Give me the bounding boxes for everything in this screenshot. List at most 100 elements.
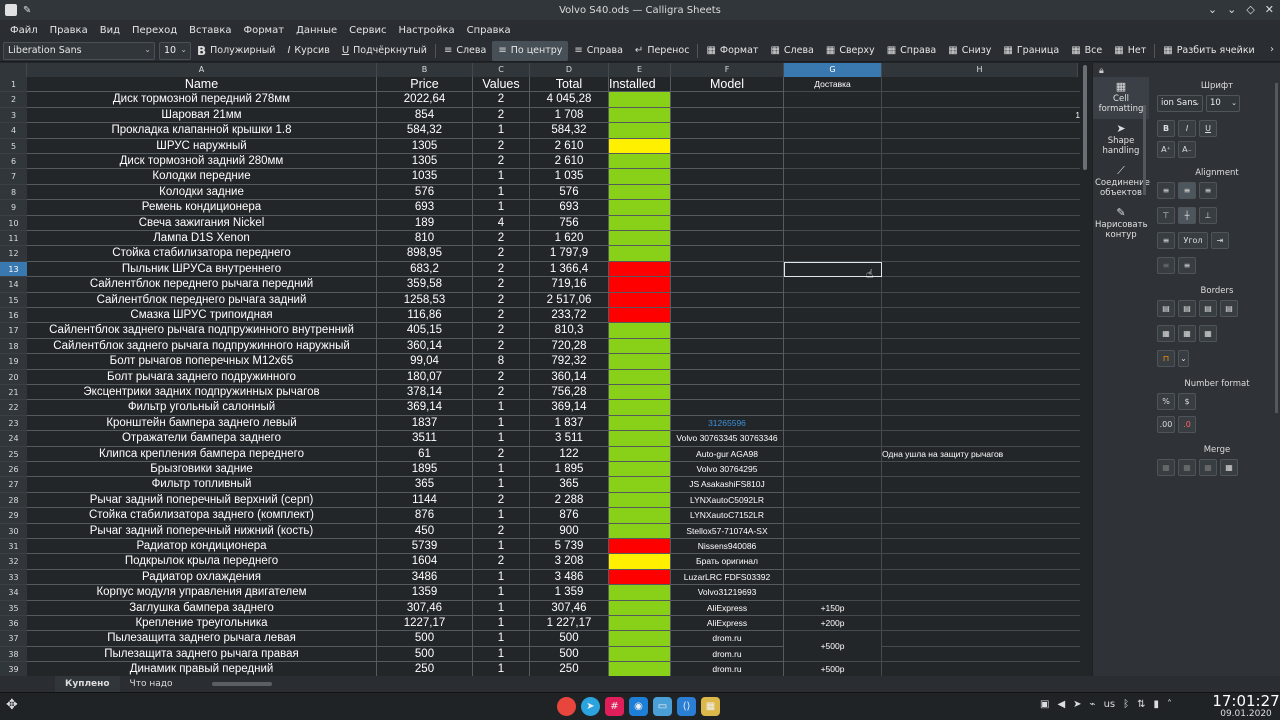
decrease-precision-icon[interactable]: .0 [1178, 416, 1196, 433]
align-right-button[interactable]: ≡ Справа [568, 41, 629, 61]
cell-b38[interactable]: 500 [377, 646, 473, 663]
cell-d13[interactable]: 1 366,4 [530, 261, 609, 278]
cell-d5[interactable]: 2 610 [530, 138, 609, 154]
pin-icon[interactable]: ✎ [23, 5, 31, 16]
cell-c27[interactable]: 1 [473, 477, 530, 493]
cell-g12[interactable] [784, 246, 882, 262]
italic-button[interactable]: I Курсив [281, 41, 335, 61]
row-header[interactable]: 20 [0, 369, 27, 385]
cell-c10[interactable]: 4 [473, 215, 530, 231]
row-header[interactable]: 23 [0, 415, 27, 432]
border-none-button[interactable]: ▦ Нет [1108, 41, 1152, 61]
header-cell-e[interactable]: Installed [609, 77, 671, 93]
vertical-scrollbar[interactable] [1080, 63, 1090, 676]
cell-g8[interactable] [784, 184, 882, 201]
cell-a19[interactable]: Болт рычагов поперечных M12x65 [27, 354, 377, 370]
valign-bottom-icon[interactable]: ⊥ [1199, 207, 1217, 224]
cell-h17[interactable] [882, 323, 1078, 339]
row-header[interactable]: 15 [0, 292, 27, 308]
cell-c22[interactable]: 1 [473, 400, 530, 416]
cell-g10[interactable] [784, 215, 882, 231]
cell-f38[interactable]: drom.ru [671, 646, 784, 663]
underline-button[interactable]: U Подчёркнутый [336, 41, 433, 61]
cell-c16[interactable]: 2 [473, 308, 530, 324]
cell-c32[interactable]: 2 [473, 554, 530, 570]
cell-f25[interactable]: Auto-gur AGA98 [671, 446, 784, 462]
cell-e9[interactable] [609, 200, 671, 216]
cell-c26[interactable]: 1 [473, 462, 530, 478]
cell-a34[interactable]: Корпус модуля управления двигателем [27, 585, 377, 601]
docker-tab-shape-handling[interactable]: ➤ Shape handling [1093, 119, 1149, 161]
cell-e29[interactable] [609, 508, 671, 524]
header-cell-g[interactable]: Доставка [784, 77, 882, 93]
cell-a26[interactable]: Брызговики задние [27, 462, 377, 478]
cell-d22[interactable]: 369,14 [530, 400, 609, 416]
cell-a37[interactable]: Пылезащита заднего рычага левая [27, 631, 377, 647]
cell-i3[interactable]: 1 [1068, 108, 1080, 124]
cell-b11[interactable]: 810 [377, 231, 473, 247]
row-header[interactable]: 34 [0, 585, 27, 601]
cell-d33[interactable]: 3 486 [530, 569, 609, 586]
cell-c21[interactable]: 2 [473, 385, 530, 401]
cell-d38[interactable]: 500 [530, 646, 609, 663]
cell-d25[interactable]: 122 [530, 446, 609, 462]
row-header[interactable]: 25 [0, 446, 27, 462]
cell-f9[interactable] [671, 200, 784, 216]
cell-h28[interactable] [882, 493, 1078, 509]
header-cell-b[interactable]: Price [377, 77, 473, 93]
cell-g25[interactable] [784, 446, 882, 462]
cell-e4[interactable] [609, 123, 671, 139]
cell-h19[interactable] [882, 354, 1078, 370]
column-header-e[interactable]: E [609, 63, 671, 77]
docker-font-combo[interactable]: ion Sans ⌄ [1157, 95, 1203, 112]
row-header[interactable]: 32 [0, 554, 27, 570]
font-size-combo[interactable]: 10 ⌄ [159, 41, 191, 60]
cell-d17[interactable]: 810,3 [530, 323, 609, 339]
tray-expand-icon[interactable]: ˄ [1167, 699, 1172, 710]
cell-h34[interactable] [882, 585, 1078, 601]
cell-a2[interactable]: Диск тормозной передний 278мм [27, 92, 377, 108]
cell-h29[interactable] [882, 508, 1078, 524]
cell-c20[interactable]: 2 [473, 369, 530, 385]
cell-e3[interactable] [609, 107, 671, 124]
cell-b39[interactable]: 250 [377, 662, 473, 676]
cell-d36[interactable]: 1 227,17 [530, 616, 609, 632]
cell-b3[interactable]: 854 [377, 107, 473, 124]
cell-b34[interactable]: 1359 [377, 585, 473, 601]
cell-g23[interactable] [784, 415, 882, 432]
cell-b5[interactable]: 1305 [377, 138, 473, 154]
cell-d12[interactable]: 1 797,9 [530, 246, 609, 262]
docker-bold-button[interactable]: B [1157, 120, 1175, 137]
cell-e34[interactable] [609, 585, 671, 601]
cell-d35[interactable]: 307,46 [530, 600, 609, 616]
cell-a12[interactable]: Стойка стабилизатора переднего [27, 246, 377, 262]
column-header-d[interactable]: D [530, 63, 609, 77]
align-left-icon[interactable]: ≡ [1157, 182, 1175, 199]
cell-d4[interactable]: 584,32 [530, 123, 609, 139]
clock[interactable]: 17:01:27 09.01.2020 [1212, 693, 1280, 719]
cell-f8[interactable] [671, 184, 784, 201]
cell-c8[interactable]: 1 [473, 184, 530, 201]
network-icon[interactable]: ⇅ [1137, 699, 1145, 710]
cell-a10[interactable]: Свеча зажигания Nickel [27, 215, 377, 231]
cell-e13[interactable] [609, 261, 671, 278]
cell-a28[interactable]: Рычаг задний поперечный верхний (серп) [27, 492, 377, 509]
cell-d21[interactable]: 756,28 [530, 385, 609, 401]
cell-e20[interactable] [609, 369, 671, 385]
wrap-text-button[interactable]: ↵ Перенос [629, 41, 696, 61]
increase-precision-icon[interactable]: .00 [1157, 416, 1175, 433]
cell-e6[interactable] [609, 154, 671, 170]
merge-horizontal-icon[interactable]: ▦ [1178, 459, 1196, 476]
cell-e28[interactable] [609, 492, 671, 509]
menu-settings[interactable]: Настройка [393, 25, 461, 36]
chevron-right-icon[interactable]: › [1270, 44, 1274, 55]
cell-g32[interactable] [784, 554, 882, 570]
column-header-f[interactable]: F [671, 63, 784, 77]
cell-f6[interactable] [671, 154, 784, 170]
cell-d2[interactable]: 4 045,28 [530, 92, 609, 108]
cell-a8[interactable]: Колодки задние [27, 184, 377, 201]
vscode-icon[interactable]: ⟨⟩ [677, 697, 696, 716]
cell-e14[interactable] [609, 277, 671, 293]
cell-h26[interactable] [882, 462, 1078, 478]
docker-panel-scrollbar[interactable] [1275, 83, 1278, 413]
